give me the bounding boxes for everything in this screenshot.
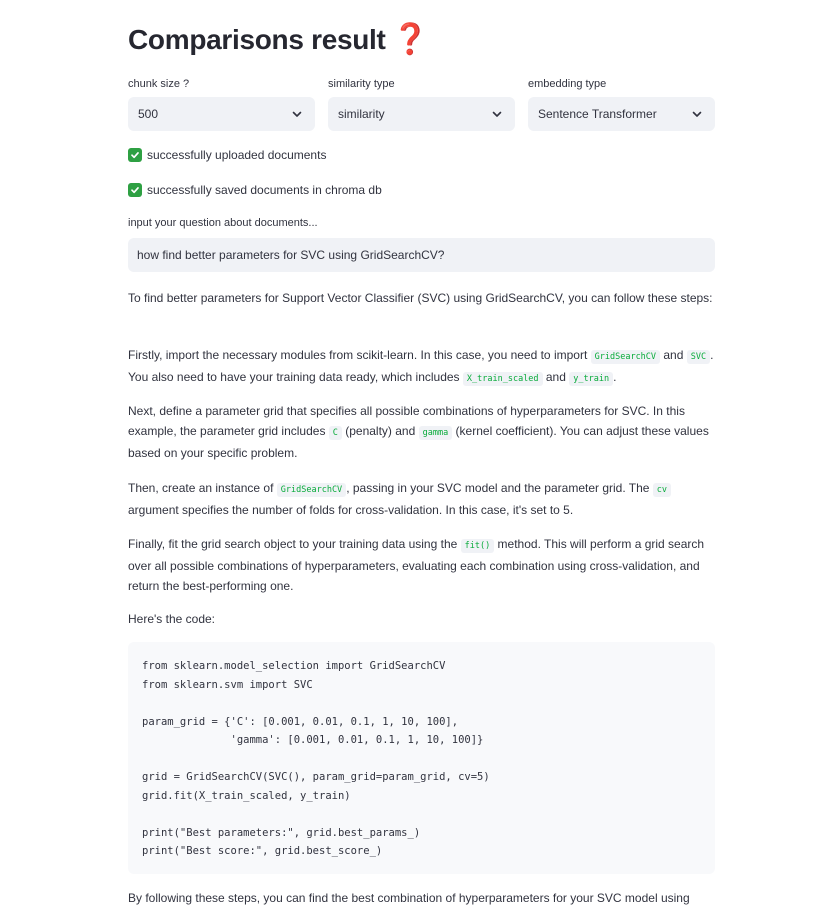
answer-paragraph-intro: To find better parameters for Support Ve…: [128, 291, 713, 305]
page-title-text: Comparisons result: [128, 24, 386, 55]
similarity-type-select-group: similarity type similarity: [328, 78, 515, 131]
answer-paragraph-instance: Then, create an instance of GridSearchCV…: [128, 478, 715, 520]
chevron-down-icon: [292, 111, 302, 117]
chevron-down-icon: [692, 111, 702, 117]
upload-status-text: successfully uploaded documents: [147, 148, 327, 162]
check-mark-icon: [128, 183, 142, 197]
select-row: chunk size ? 500 similarity type similar…: [128, 78, 715, 131]
similarity-type-value: similarity: [338, 107, 385, 121]
similarity-type-label: similarity type: [328, 78, 395, 90]
similarity-type-select[interactable]: similarity: [328, 97, 515, 131]
red-question-mark-icon: ❓: [391, 23, 429, 56]
answer-paragraph-fit: Finally, fit the grid search object to y…: [128, 534, 715, 596]
chunk-size-select[interactable]: 500: [128, 97, 315, 131]
app-page: Comparisons result ❓ chunk size ? 500 si…: [0, 0, 838, 906]
upload-status: successfully uploaded documents: [128, 148, 326, 162]
inline-code: fit(): [460, 539, 495, 553]
answer-paragraph-imports: Firstly, import the necessary modules fr…: [128, 345, 715, 389]
inline-code: X_train_scaled: [462, 372, 543, 386]
answer-text: and: [660, 348, 687, 362]
embedding-type-select-group: embedding type Sentence Transformer: [528, 78, 715, 131]
inline-code: SVC: [686, 350, 711, 364]
answer-text: Finally, fit the grid search object to y…: [128, 537, 461, 551]
answer-text: (penalty) and: [341, 424, 419, 438]
embedding-type-value: Sentence Transformer: [538, 107, 657, 121]
chunk-size-select-group: chunk size ? 500: [128, 78, 315, 131]
inline-code: y_train: [569, 372, 614, 386]
answer-paragraph-code-intro: Here's the code:: [128, 612, 216, 626]
embedding-type-label: embedding type: [528, 78, 607, 90]
chunk-size-label: chunk size ?: [128, 78, 190, 90]
answer-text: Then, create an instance of: [128, 481, 277, 495]
inline-code: GridSearchCV: [276, 483, 347, 497]
answer-paragraph-conclusion: By following these steps, you can find t…: [128, 891, 690, 905]
answer-text: .: [613, 370, 617, 384]
code-block: from sklearn.model_selection import Grid…: [128, 642, 715, 874]
question-label: input your question about documents...: [128, 217, 318, 229]
inline-code: cv: [652, 483, 672, 497]
answer-text: , passing in your SVC model and the para…: [346, 481, 653, 495]
chunk-size-value: 500: [138, 107, 159, 121]
inline-code: GridSearchCV: [590, 350, 661, 364]
inline-code: C: [328, 426, 342, 440]
answer-text: Firstly, import the necessary modules fr…: [128, 348, 591, 362]
embedding-type-select[interactable]: Sentence Transformer: [528, 97, 715, 131]
chroma-save-status-text: successfully saved documents in chroma d…: [147, 183, 382, 197]
page-title: Comparisons result ❓: [128, 24, 429, 56]
chroma-save-status: successfully saved documents in chroma d…: [128, 183, 382, 197]
inline-code: gamma: [418, 426, 453, 440]
question-input[interactable]: [128, 238, 715, 272]
answer-text: and: [542, 370, 570, 384]
chevron-down-icon: [492, 111, 502, 117]
answer-paragraph-grid: Next, define a parameter grid that speci…: [128, 401, 715, 463]
answer-text: argument specifies the number of folds f…: [128, 503, 574, 517]
check-mark-icon: [128, 148, 142, 162]
